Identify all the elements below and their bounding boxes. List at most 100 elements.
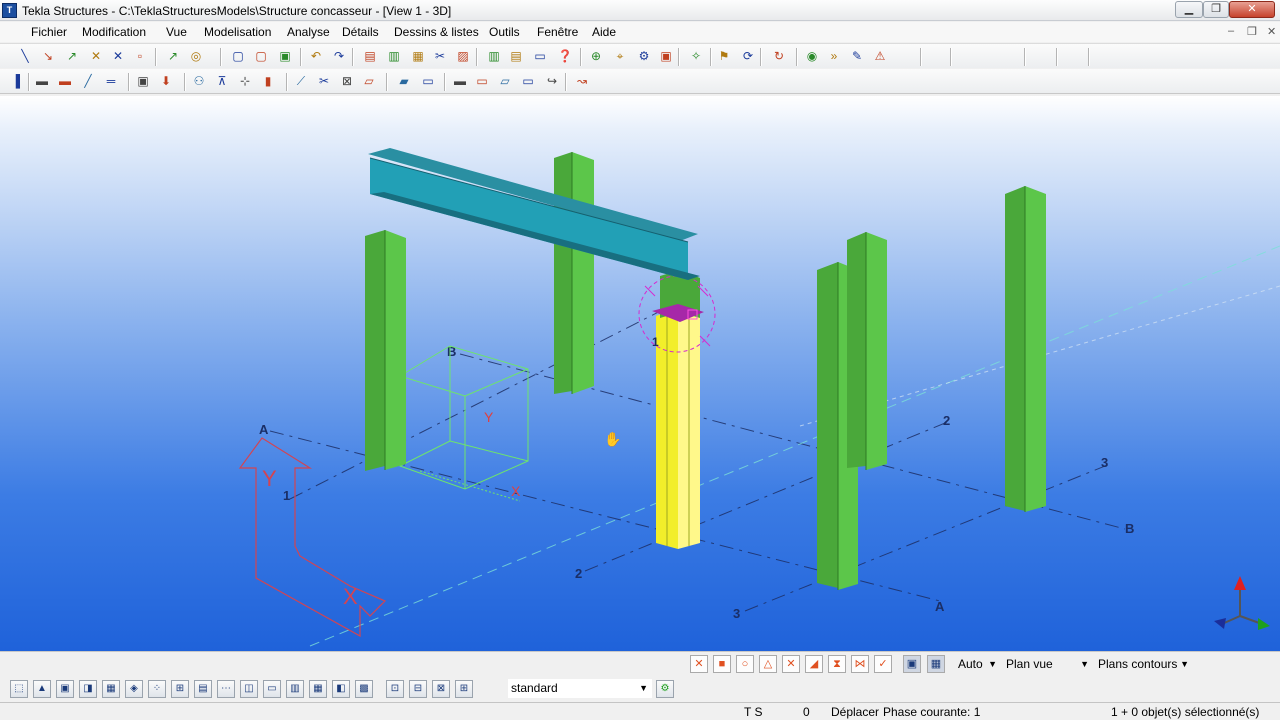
snap-free-icon[interactable]: ▣ [903, 655, 921, 673]
component-icon[interactable]: ↪ [544, 73, 560, 89]
menu-vue[interactable]: Vue [166, 25, 187, 39]
snap-icon[interactable]: ↗ [165, 48, 181, 64]
undo-icon[interactable]: ↶ [308, 48, 324, 64]
cut-icon[interactable]: ✂ [432, 48, 448, 64]
weld-icon[interactable]: ⊼ [214, 73, 230, 89]
menu-dessins-listes[interactable]: Dessins & listes [394, 25, 479, 39]
snap-geometry-icon[interactable]: ■ [713, 655, 731, 673]
view-icon[interactable]: ▤ [508, 48, 524, 64]
select-reference-icon[interactable]: ▩ [355, 680, 373, 698]
filter-settings-icon[interactable]: ⚙ [656, 680, 674, 698]
snap-point-icon[interactable]: ○ [736, 655, 754, 673]
minimize-button[interactable]: ▁ [1175, 1, 1203, 18]
column-icon[interactable]: ▌ [12, 73, 28, 89]
tekla-icon[interactable]: T [2, 3, 17, 18]
circle-icon[interactable]: ◎ [188, 48, 204, 64]
menu-details[interactable]: Détails [342, 25, 379, 39]
select-assembly-icon[interactable]: ▭ [263, 680, 281, 698]
zoom-icon[interactable]: ⊕ [588, 48, 604, 64]
bolt-icon[interactable]: ⚇ [191, 73, 207, 89]
open-icon[interactable]: ▢ [253, 48, 269, 64]
rotate-icon[interactable]: ↻ [771, 48, 787, 64]
3d-view[interactable]: A B 1 2 3 A 2 3 B Y X Y X Z [0, 96, 1280, 651]
delete-point-icon[interactable]: ▫ [132, 48, 148, 64]
pile-icon[interactable]: ⬇ [158, 73, 174, 89]
parallel-icon[interactable]: ↗ [64, 48, 80, 64]
select-pour-icon[interactable]: ⊡ [386, 680, 404, 698]
mdi-restore-button[interactable]: ❐ [1247, 25, 1257, 38]
select-component-icon[interactable]: ◈ [125, 680, 143, 698]
mdi-close-button[interactable]: ✕ [1267, 25, 1276, 38]
perpendicular-icon[interactable]: ✕ [88, 48, 104, 64]
polygon-cut-icon[interactable]: ⟋ [293, 73, 309, 89]
curved-beam-icon[interactable]: ╱ [80, 73, 96, 89]
select-weld-icon[interactable]: ▦ [102, 680, 120, 698]
menu-outils[interactable]: Outils [489, 25, 520, 39]
dimension-icon[interactable]: ▭ [532, 48, 548, 64]
select-cut-icon[interactable]: ◨ [79, 680, 97, 698]
select-bolt-icon[interactable]: ⁘ [148, 680, 166, 698]
rebar-icon[interactable]: ▬ [452, 73, 468, 89]
twin-profile-icon[interactable]: ═ [103, 73, 119, 89]
select-unit-icon[interactable]: ⊠ [432, 680, 450, 698]
redo-icon[interactable]: ↷ [331, 48, 347, 64]
snap-override-icon[interactable]: ▦ [927, 655, 945, 673]
snap-mode-dropdown[interactable]: Auto ▼ [955, 655, 1001, 674]
select-single-icon[interactable]: ▦ [309, 680, 327, 698]
render-icon[interactable]: ▣ [658, 48, 674, 64]
select-point-icon[interactable]: ⋯ [217, 680, 235, 698]
paste-icon[interactable]: ▨ [455, 48, 471, 64]
slab-icon[interactable]: ▱ [361, 73, 377, 89]
arrow-icon[interactable]: » [826, 48, 842, 64]
hook-icon[interactable]: ▭ [520, 73, 536, 89]
move-icon[interactable]: ▥ [386, 48, 402, 64]
globe-icon[interactable]: ◉ [804, 48, 820, 64]
lightbulb-icon[interactable]: ✧ [688, 48, 704, 64]
snap-line-icon[interactable]: ✓ [874, 655, 892, 673]
snap-midpoint-icon[interactable]: ◢ [805, 655, 823, 673]
maximize-button[interactable]: ❐ [1203, 1, 1229, 18]
select-icon[interactable]: ⌖ [612, 48, 628, 64]
menu-fichier[interactable]: Fichier [31, 25, 67, 39]
select-surface-treatment-icon[interactable]: ⊟ [409, 680, 427, 698]
strip-footing-icon[interactable]: ▭ [420, 73, 436, 89]
select-filter-icon[interactable]: ⊞ [455, 680, 473, 698]
select-group-icon[interactable]: ◧ [332, 680, 350, 698]
menu-aide[interactable]: Aide [592, 25, 616, 39]
refresh-icon[interactable]: ⟳ [740, 48, 756, 64]
select-part-icon[interactable]: ▲ [33, 680, 51, 698]
selection-filter-dropdown[interactable]: standard ▼ [508, 679, 652, 698]
mdi-minimize-button[interactable]: – [1228, 25, 1234, 37]
menu-modelisation[interactable]: Modelisation [204, 25, 271, 39]
line-icon[interactable]: ╲ [17, 48, 33, 64]
intersect-icon[interactable]: ✕ [110, 48, 126, 64]
snap-center-icon[interactable]: ✕ [782, 655, 800, 673]
snap-reference-icon[interactable]: ✕ [690, 655, 708, 673]
snap-end-icon[interactable]: △ [759, 655, 777, 673]
fitting-icon[interactable]: ⊹ [237, 73, 253, 89]
select-view-icon[interactable]: ◫ [240, 680, 258, 698]
point-icon[interactable]: ↘ [40, 48, 56, 64]
close-button[interactable]: ✕ [1229, 1, 1275, 18]
plate-icon[interactable]: ⊠ [339, 73, 355, 89]
new-icon[interactable]: ▢ [230, 48, 246, 64]
menu-fenetre[interactable]: Fenêtre [537, 25, 578, 39]
beam-icon[interactable]: ▬ [34, 73, 50, 89]
filter-icon[interactable]: ⚑ [716, 48, 732, 64]
wizard-icon[interactable]: ✎ [849, 48, 865, 64]
view-plane-dropdown[interactable]: Plan vue ▼ [1003, 655, 1093, 674]
menu-modification[interactable]: Modification [82, 25, 146, 39]
mesh-icon[interactable]: ▭ [474, 73, 490, 89]
clash-icon[interactable]: ⚠ [872, 48, 888, 64]
save-icon[interactable]: ▣ [277, 48, 293, 64]
settings-icon[interactable]: ⚙ [636, 48, 652, 64]
grid-icon[interactable]: ▥ [486, 48, 502, 64]
chamfer-icon[interactable]: ✂ [316, 73, 332, 89]
cut-line-icon[interactable]: ▮ [260, 73, 276, 89]
select-all-icon[interactable]: ⬚ [10, 680, 28, 698]
contour-planes-dropdown[interactable]: Plans contours ▼ [1095, 655, 1193, 674]
select-grid-icon[interactable]: ▤ [194, 680, 212, 698]
pattern-icon[interactable]: ↝ [574, 73, 590, 89]
help-icon[interactable]: ❓ [557, 48, 573, 64]
select-surface-icon[interactable]: ▣ [56, 680, 74, 698]
